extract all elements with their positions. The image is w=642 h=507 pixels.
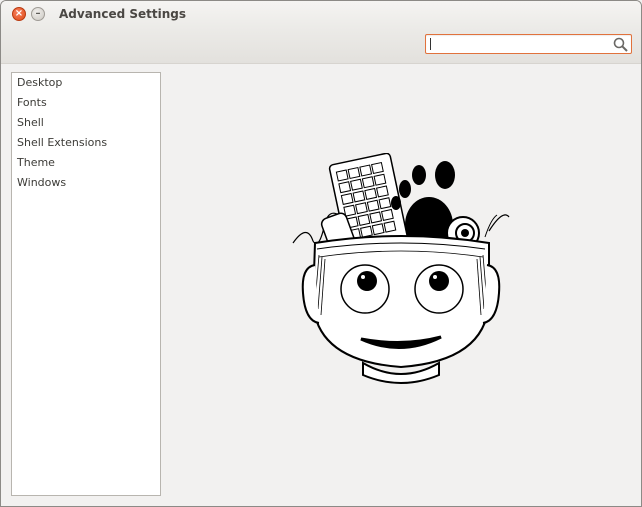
- close-button[interactable]: ×: [12, 7, 26, 21]
- sidebar-item-shell-extensions[interactable]: Shell Extensions: [12, 133, 160, 153]
- close-icon: ×: [14, 8, 24, 19]
- search-field[interactable]: [425, 34, 632, 54]
- window-title: Advanced Settings: [59, 7, 187, 21]
- minimize-button[interactable]: –: [31, 7, 45, 21]
- app-window: × – Advanced Settings Desktop Fonts Shel…: [0, 0, 642, 507]
- sidebar-item-desktop[interactable]: Desktop: [12, 73, 160, 93]
- gnome-tweak-robot-head-icon: [292, 153, 510, 384]
- search-icon[interactable]: [613, 37, 628, 52]
- titlebar[interactable]: × – Advanced Settings: [1, 1, 641, 27]
- sidebar-item-windows[interactable]: Windows: [12, 173, 160, 193]
- sidebar-item-theme[interactable]: Theme: [12, 153, 160, 173]
- search-input[interactable]: [431, 37, 611, 51]
- sidebar-item-fonts[interactable]: Fonts: [12, 93, 160, 113]
- sidebar-item-shell[interactable]: Shell: [12, 113, 160, 133]
- sidebar-list: Desktop Fonts Shell Shell Extensions The…: [11, 72, 161, 496]
- minimize-icon: –: [35, 8, 41, 19]
